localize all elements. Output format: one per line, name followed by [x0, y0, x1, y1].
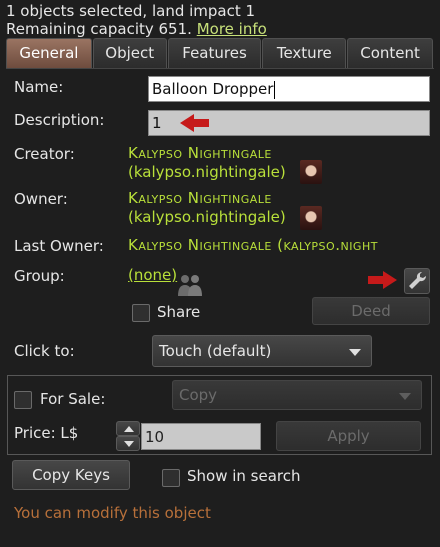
avatar-icon[interactable] — [300, 206, 322, 230]
capacity-text: Remaining capacity 651. — [6, 20, 192, 38]
arrow-shaft — [193, 119, 209, 127]
tab-divider — [6, 68, 434, 69]
capacity-info: Remaining capacity 651. More info — [6, 20, 267, 38]
price-input[interactable]: 10 — [141, 423, 261, 450]
red-arrow-annotation — [368, 271, 398, 289]
arrow-shaft — [368, 276, 384, 284]
group-link[interactable]: (none) — [128, 266, 177, 284]
spinner-up-icon — [124, 426, 134, 432]
price-label: Price: L$ — [14, 424, 79, 442]
name-label: Name: — [14, 78, 64, 96]
creator-label: Creator: — [14, 145, 75, 163]
text-caret — [274, 80, 276, 99]
show-in-search-label: Show in search — [187, 467, 301, 485]
share-label: Share — [157, 303, 201, 321]
apply-button[interactable]: Apply — [276, 421, 421, 451]
owner-username[interactable]: (kalypso.nightingale) — [128, 208, 286, 226]
arrow-head — [383, 271, 397, 289]
wrench-icon — [409, 271, 427, 289]
name-input[interactable]: Balloon Dropper — [148, 76, 430, 102]
owner-label: Owner: — [14, 190, 68, 208]
tab-features[interactable]: Features — [167, 38, 262, 68]
tab-object[interactable]: Object — [92, 38, 167, 68]
arrow-head — [180, 114, 194, 132]
selection-info: 1 objects selected, land impact 1 — [6, 2, 256, 20]
click-to-label: Click to: — [14, 342, 75, 360]
dropdown-arrow-icon — [349, 349, 361, 356]
sale-type-value: Copy — [179, 386, 218, 404]
price-increment-button[interactable] — [116, 421, 140, 436]
click-to-value: Touch (default) — [159, 342, 272, 360]
wrench-button[interactable] — [404, 268, 430, 294]
spinner-down-icon — [124, 441, 134, 447]
click-to-dropdown[interactable]: Touch (default) — [152, 335, 372, 367]
for-sale-checkbox[interactable] — [14, 391, 32, 409]
price-decrement-button[interactable] — [116, 436, 140, 451]
creator-username[interactable]: (kalypso.nightingale) — [128, 163, 286, 181]
owner-name[interactable]: Kalypso Nightingale — [128, 189, 272, 207]
status-text: You can modify this object — [14, 504, 211, 522]
red-arrow-annotation — [180, 114, 210, 132]
group-label: Group: — [14, 267, 65, 285]
tab-content[interactable]: Content — [347, 38, 433, 68]
tab-general[interactable]: General — [6, 38, 92, 68]
description-value: 1 — [152, 114, 162, 132]
last-owner-name[interactable]: Kalypso Nightingale (kalypso.night — [128, 236, 434, 254]
tab-texture[interactable]: Texture — [262, 38, 347, 68]
sale-type-dropdown[interactable]: Copy — [172, 380, 422, 410]
creator-name[interactable]: Kalypso Nightingale — [128, 144, 272, 162]
show-in-search-checkbox[interactable] — [162, 469, 180, 487]
for-sale-label: For Sale: — [40, 390, 106, 408]
deed-button[interactable]: Deed — [312, 297, 430, 325]
copy-keys-button[interactable]: Copy Keys — [12, 460, 130, 490]
group-icon — [176, 270, 204, 298]
more-info-link[interactable]: More info — [197, 20, 267, 38]
dropdown-arrow-icon — [399, 393, 411, 400]
description-label: Description: — [14, 111, 105, 129]
tab-bar: General Object Features Texture Content — [6, 38, 434, 68]
share-checkbox[interactable] — [132, 304, 150, 322]
avatar-icon[interactable] — [300, 160, 322, 184]
last-owner-label: Last Owner: — [14, 237, 104, 255]
name-value: Balloon Dropper — [152, 80, 274, 98]
